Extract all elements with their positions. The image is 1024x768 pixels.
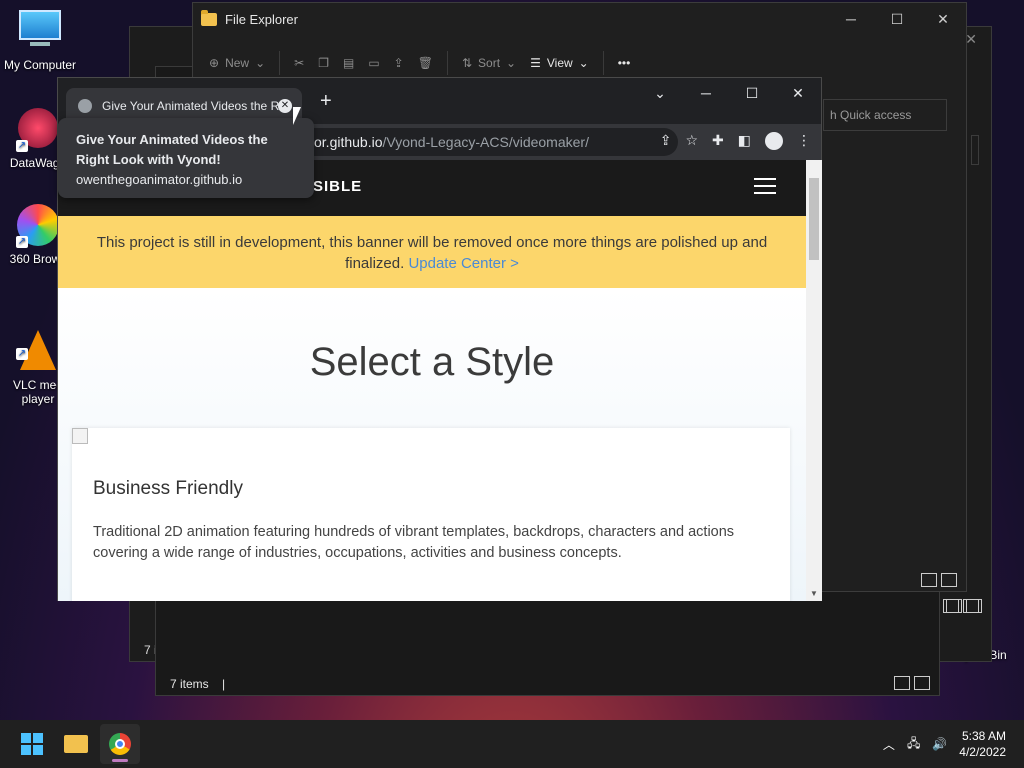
explorer-titlebar[interactable]: File Explorer ─ ☐ ✕ <box>193 3 966 35</box>
page-title: Select a Style <box>309 340 555 384</box>
window-title: File Explorer <box>225 11 298 27</box>
vlc-cone-icon: ↗ <box>16 316 60 370</box>
taskbar-file-explorer[interactable] <box>56 724 96 764</box>
dev-banner: This project is still in development, th… <box>58 216 806 288</box>
desktop-icon-label: My Computer <box>3 58 77 72</box>
window-controls: ⌄ ─ ☐ ✕ <box>637 78 821 108</box>
cut-icon[interactable]: ✂ <box>294 56 304 70</box>
details-view-icon[interactable] <box>894 676 910 690</box>
computer-icon <box>18 10 62 54</box>
status-item-count: 7 items <box>170 677 209 691</box>
bookmark-star-icon[interactable]: ☆ <box>685 132 698 150</box>
tab-hover-card: Give Your Animated Videos the Right Look… <box>58 118 314 198</box>
rename-icon[interactable]: ▭ <box>368 56 379 70</box>
sort-icon: ⇅ <box>461 56 473 70</box>
tiles-view-icon[interactable] <box>966 599 982 613</box>
details-view-icon[interactable] <box>921 573 937 587</box>
clock-time: 5:38 AM <box>961 729 1006 743</box>
share-icon[interactable]: ⇪ <box>394 56 404 70</box>
datawago-icon: ↗ <box>16 108 60 152</box>
view-toggle[interactable] <box>894 676 930 690</box>
toolbar-icons: ⇪ ☆ ✚ ◧ ⋮ <box>660 132 811 150</box>
profile-avatar-icon[interactable] <box>765 132 783 150</box>
more-options-icon[interactable]: ••• <box>618 56 631 70</box>
360-browser-icon: ↗ <box>16 204 60 248</box>
windows-logo-icon <box>21 733 43 755</box>
tiles-view-icon[interactable] <box>941 573 957 587</box>
hover-card-url: owenthegoanimator.github.io <box>76 172 243 187</box>
chevron-down-icon: ⌄ <box>506 56 517 70</box>
broken-image-icon <box>72 428 88 444</box>
url-path: /Vyond-Legacy-ACS/videomaker/ <box>382 134 589 150</box>
shortcut-arrow-icon: ↗ <box>16 140 28 152</box>
maximize-icon[interactable]: ☐ <box>729 78 775 108</box>
shortcut-arrow-icon: ↗ <box>16 348 28 360</box>
scrollbar-thumb[interactable] <box>809 178 819 260</box>
share-icon[interactable]: ⇪ <box>660 132 672 150</box>
copy-icon[interactable]: ❐ <box>318 56 329 70</box>
details-view-icon[interactable] <box>946 599 962 613</box>
page-scrollbar[interactable]: ▼ <box>806 160 822 601</box>
style-section: Select a Style Business Friendly Traditi… <box>58 288 806 601</box>
taskbar-chrome[interactable] <box>100 724 140 764</box>
mouse-cursor-icon <box>293 107 301 125</box>
chevron-down-icon: ⌄ <box>578 56 589 70</box>
search-input[interactable]: h Quick access <box>823 99 947 131</box>
url-host: or.github.io <box>314 134 383 150</box>
network-icon[interactable]: 🖧 <box>907 734 920 755</box>
site-logo-text[interactable]: SIBLE <box>313 178 362 195</box>
tab-close-icon[interactable]: ✕ <box>278 99 292 113</box>
maximize-icon[interactable]: ☐ <box>874 11 920 28</box>
clock-date: 4/2/2022 <box>959 745 1006 759</box>
page-viewport: SIBLE This project is still in developme… <box>58 160 806 601</box>
chevron-down-icon: ⌄ <box>255 56 266 70</box>
close-icon[interactable]: ✕ <box>965 31 977 48</box>
volume-icon[interactable]: 🔊 <box>932 737 947 751</box>
delete-icon[interactable]: 🗑 <box>418 56 433 70</box>
close-icon[interactable]: ✕ <box>775 78 821 108</box>
new-tab-icon[interactable]: + <box>320 90 332 113</box>
desktop-icon-my-computer[interactable]: My Computer <box>2 10 78 72</box>
tab-search-chevron-icon[interactable]: ⌄ <box>637 78 683 108</box>
taskbar: ︿ 🖧 🔊 5:38 AM 4/2/2022 <box>0 720 1024 768</box>
card-title: Business Friendly <box>93 478 243 499</box>
kebab-menu-icon[interactable]: ⋮ <box>797 132 811 150</box>
side-panel-icon[interactable]: ◧ <box>738 132 751 150</box>
extensions-puzzle-icon[interactable]: ✚ <box>712 132 724 150</box>
clock[interactable]: 5:38 AM 4/2/2022 <box>959 728 1006 760</box>
paste-icon[interactable]: ▤ <box>343 56 354 70</box>
minimize-icon[interactable]: ─ <box>683 78 729 108</box>
card-description: Traditional 2D animation featuring hundr… <box>93 524 735 561</box>
start-button[interactable] <box>12 724 52 764</box>
plus-circle-icon: ⊕ <box>209 56 220 70</box>
view-list-icon: ☰ <box>530 56 541 70</box>
globe-icon <box>78 99 92 113</box>
close-icon[interactable]: ✕ <box>920 11 966 28</box>
hover-card-title: Give Your Animated Videos the Right Look… <box>76 132 268 167</box>
folder-icon <box>64 735 88 753</box>
explorer-status-bar: 7 items | <box>156 672 940 696</box>
minimize-icon[interactable]: ─ <box>828 11 874 28</box>
system-tray: ︿ 🖧 🔊 5:38 AM 4/2/2022 <box>883 720 1006 768</box>
sort-button[interactable]: ⇅ Sort ⌄ <box>462 56 516 70</box>
tiles-view-icon[interactable] <box>914 676 930 690</box>
view-button[interactable]: ☰ View ⌄ <box>530 56 589 70</box>
update-center-link[interactable]: Update Center > <box>408 255 519 272</box>
style-card-business[interactable]: Business Friendly Traditional 2D animati… <box>72 428 790 601</box>
new-button[interactable]: ⊕ New ⌄ <box>209 56 265 70</box>
tab-title: Give Your Animated Videos the Right Look… <box>102 99 280 113</box>
view-toggle[interactable] <box>921 573 957 587</box>
view-toggle[interactable] <box>946 599 982 613</box>
chrome-logo-icon <box>109 733 131 755</box>
scroll-down-arrow-icon[interactable]: ▼ <box>810 589 818 598</box>
window-controls: ─ ☐ ✕ <box>828 11 966 28</box>
chevron-up-icon[interactable]: ︿ <box>883 736 895 753</box>
hamburger-menu-icon[interactable] <box>754 178 776 199</box>
shortcut-arrow-icon: ↗ <box>16 236 28 248</box>
folder-icon <box>201 9 217 26</box>
